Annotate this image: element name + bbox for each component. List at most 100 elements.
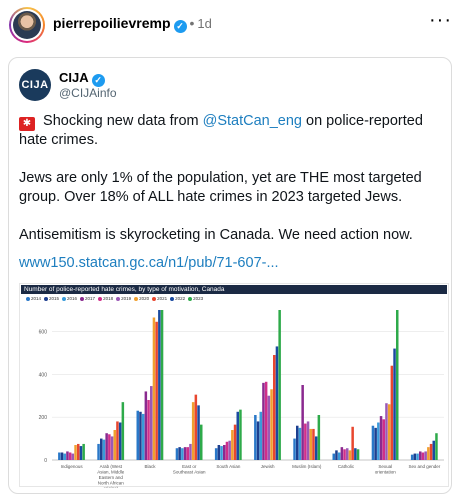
bar	[393, 348, 396, 460]
bar	[396, 310, 399, 460]
bar	[435, 433, 438, 460]
bar	[71, 453, 75, 460]
bar	[256, 421, 260, 460]
bar	[63, 453, 66, 460]
y-tick-label: 200	[39, 415, 48, 421]
bar	[387, 404, 391, 460]
bar	[68, 452, 72, 460]
bar	[335, 450, 338, 460]
bar	[74, 445, 77, 460]
mention-link[interactable]: @StatCan_eng	[203, 113, 302, 129]
bar	[298, 427, 302, 460]
bar	[225, 441, 229, 460]
bar	[155, 321, 158, 460]
bar	[379, 416, 383, 460]
bar	[223, 445, 226, 460]
bar	[337, 452, 341, 460]
bar	[186, 447, 189, 460]
tweet-author-avatar[interactable]: CIJA	[19, 69, 51, 101]
x-tick-label: East or	[182, 464, 197, 469]
x-tick-label: orientation	[375, 470, 397, 475]
bar	[309, 428, 312, 460]
bar	[178, 447, 181, 460]
username-link[interactable]: pierrepoilievremp	[53, 15, 171, 31]
bar	[301, 385, 304, 460]
tweet-text-segment: Shocking new data from	[39, 113, 203, 129]
x-tick-label: South Asian	[216, 464, 241, 469]
tweet-body: ✱ Shocking new data from @StatCan_eng on…	[19, 112, 444, 264]
bar	[416, 453, 419, 460]
bar	[152, 317, 156, 460]
bar	[141, 413, 145, 460]
bar	[356, 449, 360, 460]
bar	[181, 448, 184, 460]
x-tick-label: Black	[144, 464, 156, 469]
bar	[105, 433, 108, 460]
hate-crimes-chart[interactable]: Number of police-reported hate crimes, b…	[19, 283, 449, 488]
bar	[314, 436, 318, 460]
bar	[343, 449, 346, 460]
chart-plot: 0 200 400 600 Indigenous Arab (WestAsian, Mid…	[39, 310, 444, 488]
x-tick-label: Muslim (Islam)	[292, 464, 322, 469]
bar	[382, 419, 385, 460]
x-tick-label: Indigenous	[61, 464, 84, 469]
bar	[432, 440, 435, 460]
bar	[346, 448, 349, 460]
bar	[371, 425, 375, 460]
bar	[220, 446, 223, 460]
bar	[340, 447, 344, 460]
x-tick-label: Arab (West	[100, 464, 123, 469]
post-author: pierrepoilievremp ✓ • 1d	[53, 15, 212, 33]
x-tick-label: Sex and gender	[409, 464, 441, 469]
bar	[270, 389, 273, 460]
bar	[144, 391, 148, 460]
bar	[160, 310, 164, 460]
x-tick-label: origins)	[103, 486, 118, 488]
x-tick-label: Sexual	[378, 464, 392, 469]
bar	[410, 454, 414, 460]
tweet-author-name[interactable]: CIJA ✓	[59, 70, 105, 87]
bar	[183, 447, 187, 460]
bar	[194, 394, 198, 460]
avatar[interactable]	[9, 7, 45, 43]
tweet-paragraph: ✱ Shocking new data from @StatCan_eng on…	[19, 112, 444, 150]
bar	[385, 403, 388, 460]
tweet-paragraph: Jews are only 1% of the population, yet …	[19, 170, 422, 205]
bar	[217, 445, 221, 460]
bar	[175, 448, 179, 460]
tweet-author-handle[interactable]: @CIJAinfo	[59, 86, 117, 100]
x-tick-label: Southeast Asian	[173, 470, 206, 475]
bar	[233, 424, 237, 460]
bar	[306, 421, 310, 460]
bar	[348, 450, 352, 460]
tweet-author-name-text: CIJA	[59, 70, 89, 85]
bar	[77, 443, 80, 460]
x-tick-label: Asian, Middle	[97, 470, 125, 475]
bar	[264, 381, 268, 460]
bar	[304, 423, 307, 460]
y-tick-label: 400	[39, 372, 48, 378]
bar	[429, 443, 433, 460]
bar	[267, 395, 271, 460]
bar	[158, 310, 161, 460]
more-options-button[interactable]: ···	[429, 9, 452, 32]
bar	[424, 451, 427, 460]
statcan-link[interactable]: www150.statcan.gc.ca/n1/pub/71-607-...	[19, 255, 279, 271]
bar	[413, 453, 417, 460]
bar	[239, 409, 242, 460]
bar	[200, 424, 203, 460]
bar	[97, 443, 100, 460]
bar	[317, 415, 321, 460]
bar	[278, 310, 281, 460]
bar	[214, 448, 218, 460]
bar	[427, 447, 430, 460]
siren-icon: ✱	[19, 117, 35, 131]
separator-dot: •	[189, 15, 195, 31]
avatar-photo	[13, 11, 41, 39]
bar	[273, 355, 276, 460]
bar	[293, 438, 296, 460]
bar	[110, 436, 114, 460]
bar	[354, 448, 357, 460]
bar	[79, 446, 83, 460]
bar	[191, 402, 195, 460]
